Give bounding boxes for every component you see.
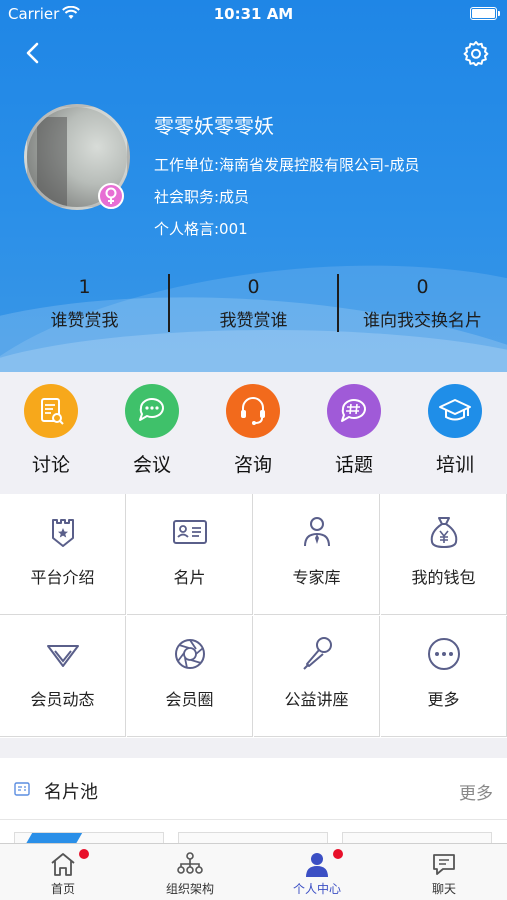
tab-badge-dot xyxy=(333,849,343,859)
stat-label: 谁赞赏我 xyxy=(50,311,119,331)
feature-grid: 平台介绍 名片 专家库 我的钱包 会员动态 会员圈 公益讲座 更多 xyxy=(0,494,507,738)
home-icon xyxy=(51,853,75,876)
quick-actions: 讨论 会议 咨询 话题 培训 xyxy=(0,372,507,494)
quick-label: 培训 xyxy=(435,454,474,476)
badge-star-icon xyxy=(52,519,74,547)
tab-bar: 首页 组织架构 个人中心 聊天 xyxy=(0,843,507,900)
stat-label: 我赞赏谁 xyxy=(219,311,288,331)
stat-label: 谁向我交换名片 xyxy=(363,311,482,331)
graduation-cap-icon xyxy=(428,384,482,438)
grid-member-news[interactable]: 会员动态 xyxy=(0,616,126,737)
grid-platform-intro[interactable]: 平台介绍 xyxy=(0,494,126,615)
diamond-icon xyxy=(47,645,79,667)
battery-icon xyxy=(470,7,500,20)
discussion-doc-icon xyxy=(24,384,78,438)
grid-expert-library[interactable]: 专家库 xyxy=(254,494,380,615)
card-pool-icon xyxy=(14,782,30,796)
chat-icon xyxy=(433,854,455,875)
tab-org-structure[interactable]: 组织架构 xyxy=(127,844,253,900)
back-arrow-icon[interactable] xyxy=(22,42,44,64)
org-chart-icon xyxy=(177,852,203,874)
card-pool-header: 名片池 更多 xyxy=(0,758,507,820)
stat-praised-me[interactable]: 1 谁赞赏我 xyxy=(0,272,169,331)
card-pool-more-link[interactable]: 更多 xyxy=(459,779,493,804)
grid-label: 平台介绍 xyxy=(30,568,95,587)
tab-label: 聊天 xyxy=(431,882,456,896)
grid-label: 更多 xyxy=(427,690,460,709)
grid-label: 会员动态 xyxy=(30,690,95,709)
grid-label: 我的钱包 xyxy=(411,568,476,587)
quick-label: 会议 xyxy=(132,454,171,476)
grid-more[interactable]: 更多 xyxy=(381,616,507,737)
chat-bubble-icon xyxy=(125,384,179,438)
microphone-icon xyxy=(303,637,332,670)
money-bag-icon xyxy=(430,517,458,549)
quick-training[interactable]: 培训 xyxy=(415,384,495,477)
stat-value: 1 xyxy=(78,276,91,298)
grid-business-card[interactable]: 名片 xyxy=(127,494,253,615)
quick-consult[interactable]: 咨询 xyxy=(213,384,293,477)
quick-topic[interactable]: 话题 xyxy=(314,384,394,477)
expert-person-icon xyxy=(304,517,330,547)
settings-gear-icon[interactable] xyxy=(463,40,489,66)
tab-chat[interactable]: 聊天 xyxy=(381,844,507,900)
profile-name: 零零妖零零妖 xyxy=(154,114,274,138)
card-pool-title: 名片池 xyxy=(44,782,98,803)
stat-i-praised[interactable]: 0 我赞赏谁 xyxy=(169,272,338,331)
quick-meeting[interactable]: 会议 xyxy=(112,384,192,477)
work-unit: 工作单位:海南省发展控股有限公司-成员 xyxy=(154,156,420,174)
stat-card-exchange[interactable]: 0 谁向我交换名片 xyxy=(338,272,507,331)
stats-row: 1 谁赞赏我 0 我赞赏谁 0 谁向我交换名片 xyxy=(0,272,507,334)
hashtag-icon xyxy=(327,384,381,438)
grid-label: 名片 xyxy=(173,568,206,587)
stat-value: 0 xyxy=(247,276,260,298)
id-card-icon xyxy=(173,520,207,544)
user-icon xyxy=(306,853,328,877)
tab-personal-center[interactable]: 个人中心 xyxy=(254,844,380,900)
personal-motto: 个人格言:001 xyxy=(154,220,248,238)
grid-public-lecture[interactable]: 公益讲座 xyxy=(254,616,380,737)
female-gender-icon xyxy=(98,183,124,209)
stat-value: 0 xyxy=(416,276,429,298)
profile-header: Carrier 10:31 AM 零零妖零零妖 工作单位:海南省发展控股有限公司… xyxy=(0,0,507,372)
grid-label: 会员圈 xyxy=(165,690,214,709)
status-bar: Carrier 10:31 AM xyxy=(0,4,507,24)
social-role: 社会职务:成员 xyxy=(154,188,250,206)
card-pool-list xyxy=(0,820,507,844)
tab-label: 首页 xyxy=(50,882,75,896)
tab-badge-dot xyxy=(79,849,89,859)
grid-member-circle[interactable]: 会员圈 xyxy=(127,616,253,737)
grid-label: 公益讲座 xyxy=(284,690,349,709)
quick-label: 话题 xyxy=(334,454,373,476)
quick-label: 讨论 xyxy=(31,454,70,476)
quick-discussion[interactable]: 讨论 xyxy=(11,384,91,477)
grid-label: 专家库 xyxy=(292,568,341,587)
grid-my-wallet[interactable]: 我的钱包 xyxy=(381,494,507,615)
quick-label: 咨询 xyxy=(233,454,272,476)
tab-label: 个人中心 xyxy=(292,882,341,896)
tab-label: 组织架构 xyxy=(165,882,214,896)
more-dots-icon xyxy=(428,638,460,670)
tab-home[interactable]: 首页 xyxy=(0,844,126,900)
aperture-icon xyxy=(175,639,205,669)
status-time: 10:31 AM xyxy=(213,5,294,23)
headset-icon xyxy=(226,384,280,438)
